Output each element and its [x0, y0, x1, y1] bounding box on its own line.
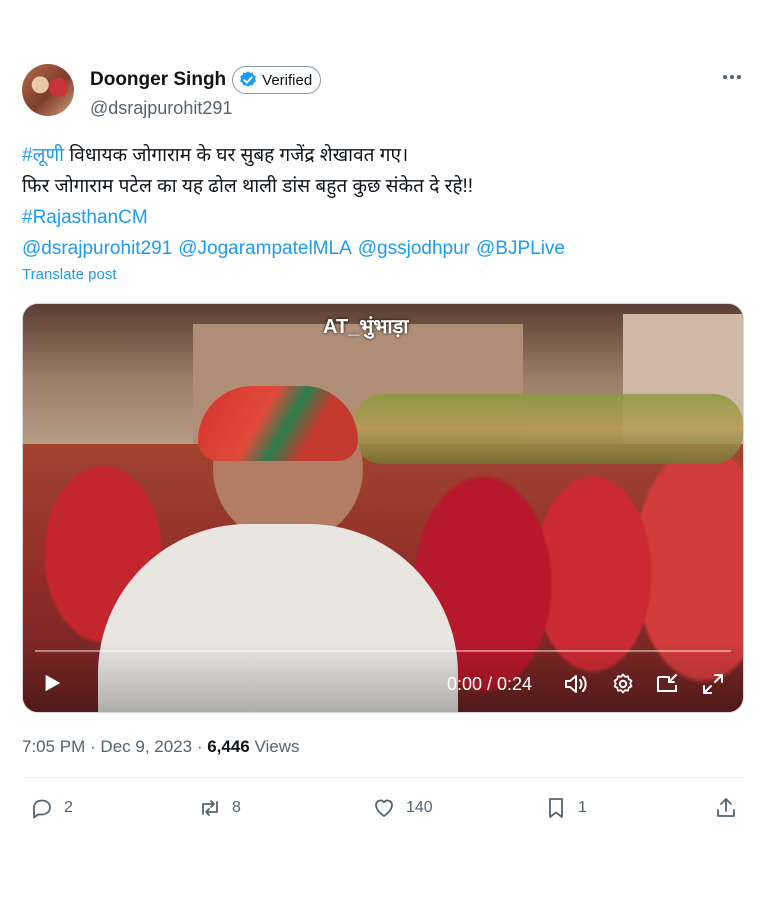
video-player[interactable]: AT_भुंभाड़ा 0:00 / 0:24	[22, 303, 744, 713]
share-icon	[717, 798, 735, 817]
post-line-1-text: विधायक जोगाराम के घर सुबह गजेंद्र शेखावत…	[64, 145, 409, 166]
post-meta: 7:05 PM · Dec 9, 2023 · 6,446 Views	[22, 737, 744, 757]
post-text: #लूणी विधायक जोगाराम के घर सुबह गजेंद्र …	[22, 140, 744, 264]
bookmark-button[interactable]: 1	[544, 796, 587, 820]
repost-count: 8	[232, 799, 241, 816]
mention-link[interactable]: @dsrajpurohit291	[22, 238, 172, 259]
video-time: 0:00 / 0:24	[447, 674, 533, 694]
share-button[interactable]	[714, 796, 738, 820]
post-date[interactable]: Dec 9, 2023	[100, 737, 192, 756]
verified-label: Verified	[262, 71, 313, 89]
hashtag-luni[interactable]: #लूणी	[22, 145, 64, 166]
action-bar: 2 8 140 1	[22, 778, 744, 838]
views-count: 6,446	[207, 737, 250, 756]
bookmark-icon	[549, 798, 563, 818]
post-header: Doonger Singh Verified @dsrajpurohit291	[22, 62, 744, 120]
like-button[interactable]: 140	[372, 796, 433, 820]
video-controls: 0:00 / 0:24	[23, 642, 743, 712]
post: Doonger Singh Verified @dsrajpurohit291 …	[22, 62, 744, 838]
bookmark-count: 1	[578, 799, 587, 816]
display-name[interactable]: Doonger Singh	[90, 69, 226, 91]
reply-count: 2	[64, 799, 73, 816]
meta-separator: ·	[85, 737, 101, 756]
post-line-2: फिर जोगाराम पटेल का यह ढोल थाली डांस बहु…	[22, 176, 473, 197]
verified-icon	[240, 71, 257, 87]
reply-icon	[33, 799, 51, 819]
like-count: 140	[406, 799, 433, 816]
pip-icon[interactable]	[655, 672, 679, 696]
settings-icon[interactable]	[611, 672, 635, 696]
repost-icon	[202, 800, 218, 816]
more-icon[interactable]	[720, 66, 744, 88]
mention-link[interactable]: @JogarampatelMLA	[178, 238, 351, 259]
mention-link[interactable]: @gssjodhpur	[358, 238, 470, 259]
translate-post-link[interactable]: Translate post	[22, 266, 744, 283]
like-icon	[375, 799, 393, 817]
repost-button[interactable]: 8	[198, 796, 241, 820]
hashtag-rajasthancm[interactable]: #RajasthanCM	[22, 202, 744, 233]
post-time[interactable]: 7:05 PM	[22, 737, 85, 756]
post-line-1: #लूणी विधायक जोगाराम के घर सुबह गजेंद्र …	[22, 140, 744, 171]
fullscreen-icon[interactable]	[701, 672, 725, 696]
verified-badge[interactable]: Verified	[232, 66, 322, 94]
mentions-line: @dsrajpurohit291 @JogarampatelMLA @gssjodh…	[22, 233, 744, 264]
video-watermark: AT_भुंभाड़ा	[323, 316, 409, 338]
name-line: Doonger Singh Verified	[90, 66, 322, 94]
author-handle[interactable]: @dsrajpurohit291	[90, 98, 232, 119]
avatar[interactable]	[22, 64, 74, 116]
video-progress-bar[interactable]	[35, 650, 731, 652]
meta-separator: ·	[192, 737, 208, 756]
views-label: Views	[249, 737, 300, 756]
volume-icon[interactable]	[563, 672, 589, 696]
play-icon[interactable]	[41, 672, 63, 694]
mention-link[interactable]: @BJPLive	[476, 238, 565, 259]
reply-button[interactable]: 2	[30, 796, 73, 820]
